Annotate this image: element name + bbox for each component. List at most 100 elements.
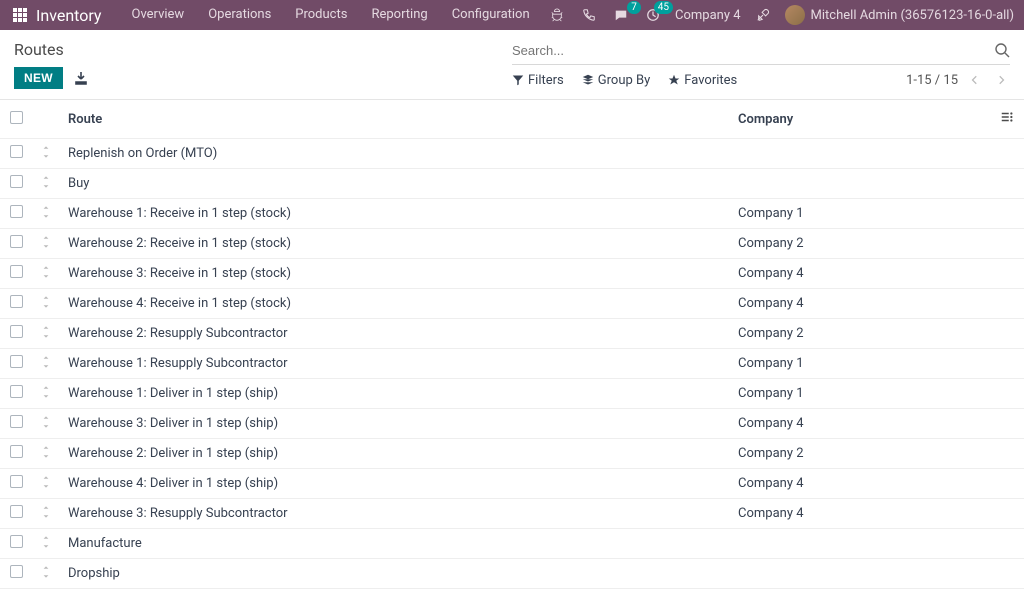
cell-route: Warehouse 4: Receive in 1 step (stock) <box>60 289 730 319</box>
topbar: Inventory Overview Operations Products R… <box>0 0 1024 30</box>
drag-handle-icon[interactable] <box>32 409 60 439</box>
pager-prev[interactable] <box>966 71 984 89</box>
cell-company <box>730 169 990 199</box>
drag-handle-icon[interactable] <box>32 529 60 559</box>
list-view: Route Company Replenish on Order (MTO)Bu… <box>0 99 1024 589</box>
search-icon[interactable] <box>994 42 1010 58</box>
cell-route: Warehouse 1: Resupply Subcontractor <box>60 349 730 379</box>
download-icon[interactable] <box>73 70 89 86</box>
drag-handle-icon[interactable] <box>32 469 60 499</box>
row-checkbox[interactable] <box>10 175 23 188</box>
table-row[interactable]: Manufacture <box>0 529 1024 559</box>
row-checkbox[interactable] <box>10 325 23 338</box>
company-switcher[interactable]: Company 4 <box>675 8 741 23</box>
row-checkbox[interactable] <box>10 265 23 278</box>
cell-company: Company 4 <box>730 469 990 499</box>
drag-handle-icon[interactable] <box>32 289 60 319</box>
row-checkbox[interactable] <box>10 565 23 578</box>
favorites-button[interactable]: Favorites <box>668 73 737 88</box>
nav-reporting[interactable]: Reporting <box>359 0 439 30</box>
filters-button[interactable]: Filters <box>512 73 564 88</box>
column-route[interactable]: Route <box>60 100 730 139</box>
drag-handle-icon[interactable] <box>32 349 60 379</box>
drag-handle-icon[interactable] <box>32 139 60 169</box>
cell-route: Warehouse 3: Resupply Subcontractor <box>60 499 730 529</box>
row-checkbox[interactable] <box>10 205 23 218</box>
cell-company <box>730 139 990 169</box>
pager-text[interactable]: 1-15 / 15 <box>906 73 958 88</box>
row-checkbox[interactable] <box>10 295 23 308</box>
cell-route: Warehouse 2: Deliver in 1 step (ship) <box>60 439 730 469</box>
drag-handle-icon[interactable] <box>32 199 60 229</box>
options-icon[interactable] <box>1000 113 1014 128</box>
layers-icon <box>582 74 594 86</box>
table-row[interactable]: Warehouse 3: Deliver in 1 step (ship)Com… <box>0 409 1024 439</box>
messages-badge: 7 <box>627 1 641 14</box>
drag-handle-icon[interactable] <box>32 559 60 589</box>
table-row[interactable]: Dropship <box>0 559 1024 589</box>
table-row[interactable]: Warehouse 1: Deliver in 1 step (ship)Com… <box>0 379 1024 409</box>
apps-icon[interactable] <box>10 5 30 25</box>
drag-handle-icon[interactable] <box>32 229 60 259</box>
nav-overview[interactable]: Overview <box>120 0 197 30</box>
row-checkbox[interactable] <box>10 145 23 158</box>
user-name: Mitchell Admin (36576123-16-0-all) <box>811 8 1014 23</box>
table-row[interactable]: Warehouse 2: Resupply SubcontractorCompa… <box>0 319 1024 349</box>
table-row[interactable]: Warehouse 3: Resupply SubcontractorCompa… <box>0 499 1024 529</box>
avatar <box>785 5 805 25</box>
table-row[interactable]: Warehouse 1: Receive in 1 step (stock)Co… <box>0 199 1024 229</box>
cell-company <box>730 529 990 559</box>
user-menu[interactable]: Mitchell Admin (36576123-16-0-all) <box>785 5 1014 25</box>
row-checkbox[interactable] <box>10 505 23 518</box>
tools-icon[interactable] <box>753 5 773 25</box>
cell-route: Manufacture <box>60 529 730 559</box>
row-checkbox[interactable] <box>10 235 23 248</box>
table-row[interactable]: Warehouse 2: Receive in 1 step (stock)Co… <box>0 229 1024 259</box>
nav-configuration[interactable]: Configuration <box>440 0 542 30</box>
pager: 1-15 / 15 <box>906 71 1010 89</box>
activities-icon[interactable]: 45 <box>643 5 663 25</box>
table-header-row: Route Company <box>0 100 1024 139</box>
column-company[interactable]: Company <box>730 100 990 139</box>
bug-icon[interactable] <box>547 5 567 25</box>
drag-handle-icon[interactable] <box>32 439 60 469</box>
row-checkbox[interactable] <box>10 355 23 368</box>
select-all-checkbox[interactable] <box>10 111 23 124</box>
cell-company: Company 1 <box>730 349 990 379</box>
table-row[interactable]: Warehouse 3: Receive in 1 step (stock)Co… <box>0 259 1024 289</box>
row-checkbox[interactable] <box>10 475 23 488</box>
topbar-left: Inventory Overview Operations Products R… <box>10 0 542 30</box>
app-title[interactable]: Inventory <box>36 6 102 25</box>
nav-operations[interactable]: Operations <box>196 0 283 30</box>
new-button[interactable]: NEW <box>14 67 63 89</box>
pager-next[interactable] <box>992 71 1010 89</box>
search-input[interactable] <box>512 43 994 58</box>
messages-icon[interactable]: 7 <box>611 5 631 25</box>
table-row[interactable]: Warehouse 1: Resupply SubcontractorCompa… <box>0 349 1024 379</box>
row-checkbox[interactable] <box>10 445 23 458</box>
cell-route: Warehouse 3: Receive in 1 step (stock) <box>60 259 730 289</box>
drag-handle-icon[interactable] <box>32 319 60 349</box>
groupby-button[interactable]: Group By <box>582 73 651 88</box>
cell-company: Company 1 <box>730 199 990 229</box>
nav-products[interactable]: Products <box>283 0 359 30</box>
table-row[interactable]: Replenish on Order (MTO) <box>0 139 1024 169</box>
phone-icon[interactable] <box>579 5 599 25</box>
drag-handle-icon[interactable] <box>32 499 60 529</box>
table-row[interactable]: Buy <box>0 169 1024 199</box>
row-checkbox[interactable] <box>10 385 23 398</box>
drag-handle-icon[interactable] <box>32 169 60 199</box>
cell-route: Warehouse 2: Receive in 1 step (stock) <box>60 229 730 259</box>
table-row[interactable]: Warehouse 2: Deliver in 1 step (ship)Com… <box>0 439 1024 469</box>
table-row[interactable]: Warehouse 4: Deliver in 1 step (ship)Com… <box>0 469 1024 499</box>
cell-route: Warehouse 2: Resupply Subcontractor <box>60 319 730 349</box>
table-row[interactable]: Warehouse 4: Receive in 1 step (stock)Co… <box>0 289 1024 319</box>
row-checkbox[interactable] <box>10 415 23 428</box>
funnel-icon <box>512 74 524 86</box>
cell-company: Company 2 <box>730 229 990 259</box>
drag-handle-icon[interactable] <box>32 379 60 409</box>
drag-handle-icon[interactable] <box>32 259 60 289</box>
cell-route: Warehouse 1: Receive in 1 step (stock) <box>60 199 730 229</box>
star-icon <box>668 74 680 86</box>
cell-company: Company 4 <box>730 409 990 439</box>
